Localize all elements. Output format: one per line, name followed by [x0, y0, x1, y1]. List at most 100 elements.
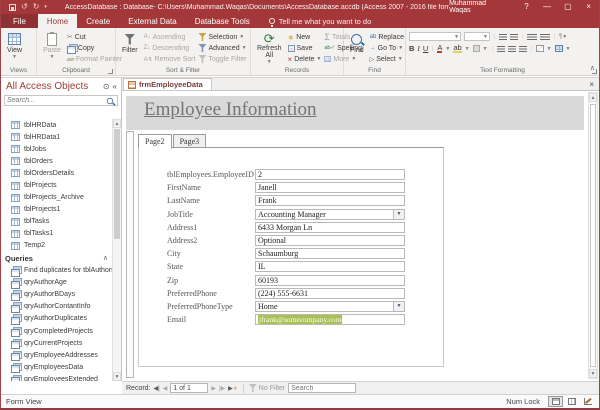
- queries-section-header[interactable]: Queries∧: [1, 252, 112, 265]
- font-color-button[interactable]: A: [437, 44, 442, 53]
- tab-home[interactable]: Home: [38, 14, 77, 28]
- alternate-row-color-icon[interactable]: [555, 45, 563, 52]
- shutter-close-icon[interactable]: «: [113, 82, 117, 91]
- form-scrollbar[interactable]: ▲ ▼: [588, 92, 598, 379]
- nav-query-item[interactable]: qryEmployeeAddresses: [1, 349, 112, 361]
- design-view-button[interactable]: [580, 396, 595, 407]
- nav-query-item[interactable]: qryAuthorDuplicates: [1, 313, 112, 325]
- highlight-color-button[interactable]: ab: [453, 44, 461, 53]
- collapse-section-icon[interactable]: ∧: [103, 254, 108, 262]
- record-search-input[interactable]: [289, 384, 355, 392]
- filter-button[interactable]: Filter: [119, 30, 141, 66]
- nav-table-item[interactable]: tblTasks: [1, 216, 112, 228]
- tab-external-data[interactable]: External Data: [119, 14, 185, 28]
- nav-table-item[interactable]: tblHRData1: [1, 131, 112, 143]
- employeeid-field[interactable]: 2: [255, 169, 405, 180]
- align-right-icon[interactable]: [519, 46, 527, 52]
- delete-record-button[interactable]: ×Delete▼: [288, 54, 322, 64]
- background-color-button[interactable]: [473, 45, 480, 52]
- nav-query-item[interactable]: Find duplicates for tblAuthors: [1, 265, 112, 277]
- nav-pane-menu-icon[interactable]: ⊙: [103, 82, 110, 91]
- view-button[interactable]: View▼: [4, 30, 25, 66]
- align-center-icon[interactable]: [508, 46, 516, 52]
- collapse-ribbon-icon[interactable]: ∧: [590, 64, 595, 72]
- help-button[interactable]: ?: [516, 0, 537, 14]
- nav-search-input[interactable]: [5, 97, 106, 104]
- next-record-icon[interactable]: ▶: [211, 385, 216, 392]
- nav-table-item[interactable]: tblOrders: [1, 155, 112, 167]
- customize-qat-icon[interactable]: ▾: [44, 3, 47, 11]
- datasheet-view-button[interactable]: [564, 396, 579, 407]
- italic-button[interactable]: I: [417, 44, 420, 53]
- city-field[interactable]: Schaumburg: [255, 248, 405, 259]
- page-tab-page2[interactable]: Page2: [138, 134, 172, 149]
- tab-database-tools[interactable]: Database Tools: [186, 14, 259, 28]
- gridlines-icon[interactable]: [536, 45, 544, 52]
- nav-table-item[interactable]: tblProjects: [1, 179, 112, 191]
- font-size-combo[interactable]: ▼: [464, 32, 490, 41]
- nav-table-item[interactable]: tblProjects1: [1, 204, 112, 216]
- form-view-button[interactable]: [548, 396, 563, 407]
- nav-query-item[interactable]: qryAuthorContantInfo: [1, 301, 112, 313]
- bullets-icon[interactable]: [499, 34, 507, 40]
- cut-button[interactable]: ✂Cut: [67, 32, 122, 42]
- format-painter-button[interactable]: Format Painter: [67, 54, 122, 64]
- save-icon[interactable]: [9, 4, 16, 11]
- remove-sort-button[interactable]: A↯Remove Sort: [144, 54, 196, 64]
- text-direction-icon[interactable]: ¶▼: [559, 34, 567, 40]
- preferredphone-field[interactable]: (224) 555-6631: [255, 288, 405, 299]
- nav-pane-scrollbar[interactable]: ▲ ▼: [112, 119, 121, 381]
- descending-button[interactable]: Z↓Descending: [144, 43, 196, 53]
- save-record-button[interactable]: Save: [288, 43, 322, 53]
- signed-in-user[interactable]: Muhammad Waqas: [449, 0, 506, 14]
- find-button[interactable]: Find: [347, 30, 367, 66]
- nav-query-item[interactable]: qryAuthorBDays: [1, 289, 112, 301]
- combo-dropdown-icon[interactable]: ▼: [393, 302, 404, 311]
- nav-table-item[interactable]: tblTasks1: [1, 228, 112, 240]
- tab-file[interactable]: File: [1, 14, 38, 28]
- undo-icon[interactable]: ↺: [21, 3, 28, 11]
- nav-table-item[interactable]: tblHRData: [1, 119, 112, 131]
- replace-button[interactable]: abReplace: [370, 32, 404, 42]
- ascending-button[interactable]: A↓Ascending: [144, 32, 196, 42]
- firstname-field[interactable]: Janell: [255, 182, 405, 193]
- nav-query-item[interactable]: qryCurrentProjects: [1, 337, 112, 349]
- toggle-filter-button[interactable]: Toggle Filter: [198, 54, 246, 64]
- nav-table-item[interactable]: tblOrdersDetails: [1, 167, 112, 179]
- state-field[interactable]: IL: [255, 261, 405, 272]
- nav-query-item[interactable]: qryEmployeesData: [1, 361, 112, 373]
- jobtitle-combo[interactable]: Accounting Manager▼: [255, 209, 405, 220]
- copy-button[interactable]: Copy: [67, 43, 122, 53]
- redo-icon[interactable]: ↻: [33, 3, 40, 11]
- maximize-button[interactable]: ▢: [558, 0, 579, 14]
- preferredphonetype-combo[interactable]: Home▼: [255, 301, 405, 312]
- document-tab-frmEmployeeData[interactable]: frmEmployeeData: [123, 78, 212, 90]
- last-record-icon[interactable]: |▶: [219, 385, 225, 392]
- combo-dropdown-icon[interactable]: ▼: [393, 210, 404, 219]
- font-name-combo[interactable]: ▼: [409, 32, 461, 41]
- numbering-icon[interactable]: [510, 34, 518, 40]
- decrease-indent-icon[interactable]: [527, 34, 537, 40]
- underline-button[interactable]: U: [423, 44, 428, 53]
- close-button[interactable]: ×: [578, 0, 599, 14]
- address2-field[interactable]: Optional: [255, 235, 405, 246]
- new-record-button[interactable]: ∗New: [288, 32, 322, 42]
- scroll-up-icon[interactable]: ▲: [113, 119, 121, 128]
- go-to-button[interactable]: →Go To▼: [370, 43, 404, 53]
- increase-indent-icon[interactable]: [540, 34, 550, 40]
- nav-query-item[interactable]: qryAuthorAge: [1, 277, 112, 289]
- scroll-down-icon[interactable]: ▼: [113, 372, 121, 381]
- email-field[interactable]: jfrank@somecompany.com: [255, 314, 405, 325]
- nav-table-item[interactable]: Temp2: [1, 240, 112, 252]
- scrollbar-thumb[interactable]: [114, 129, 120, 239]
- nav-table-item[interactable]: tblJobs: [1, 143, 112, 155]
- scroll-up-icon[interactable]: ▲: [589, 93, 597, 102]
- align-left-icon[interactable]: [497, 46, 505, 52]
- tell-me-box[interactable]: Tell me what you want to do: [269, 14, 372, 28]
- close-document-icon[interactable]: ×: [584, 78, 599, 90]
- nav-table-item[interactable]: tblProjects_Archive: [1, 192, 112, 204]
- tab-create[interactable]: Create: [77, 14, 119, 28]
- bold-button[interactable]: B: [409, 44, 414, 53]
- selection-button[interactable]: Selection▼: [198, 32, 246, 42]
- first-record-icon[interactable]: ◀|: [154, 385, 160, 392]
